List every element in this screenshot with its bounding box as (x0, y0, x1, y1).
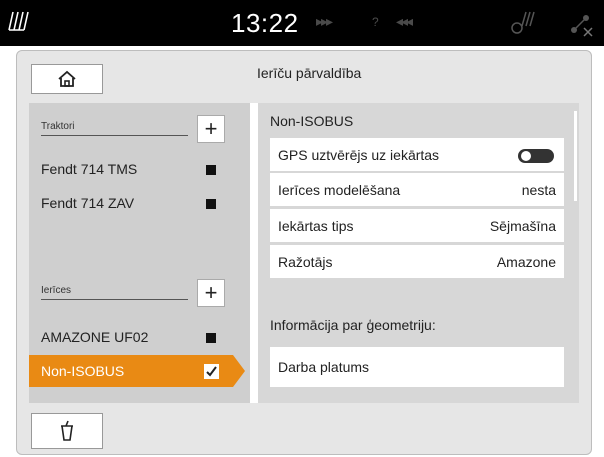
row-label: Iekārtas tips (278, 218, 354, 234)
main-screen: Ierīču pārvaldība Traktori + Fendt 714 T… (16, 50, 592, 455)
list-item-tractor[interactable]: Fendt 714 TMS (29, 153, 250, 185)
item-label: AMAZONE UF02 (41, 329, 149, 345)
row-label: Ierīces modelēšana (278, 182, 401, 198)
row-label: GPS uztvērējs uz iekārtas (278, 147, 440, 163)
list-item-device-selected[interactable]: Non-ISOBUS (29, 355, 245, 387)
gps-receiver-row[interactable]: GPS uztvērējs uz iekārtas (270, 138, 564, 171)
help-indicator: ? (372, 15, 379, 29)
row-label: Ražotājs (278, 254, 333, 270)
add-tractor-button[interactable]: + (197, 115, 225, 143)
list-item-tractor[interactable]: Fendt 714 ZAV (29, 187, 250, 219)
device-details: Non-ISOBUS GPS uztvērējs uz iekārtas Ier… (258, 103, 579, 403)
devices-section-label: Ierīces (41, 285, 188, 300)
checkbox-checked-icon (204, 364, 219, 379)
trash-icon (61, 420, 73, 441)
geometry-heading: Informācija par ģeometriju: (270, 317, 436, 333)
row-value: Amazone (496, 254, 556, 270)
row-value: nesta (521, 182, 556, 198)
page-title: Ierīču pārvaldība (257, 65, 362, 81)
gps-toggle[interactable] (518, 149, 554, 163)
device-type-row[interactable]: Iekārtas tips Sējmašīna (270, 209, 564, 242)
plus-icon: + (204, 116, 218, 141)
scrollbar[interactable] (574, 111, 577, 201)
row-label: Darba platums (278, 359, 370, 375)
plus-icon: + (204, 280, 218, 305)
list-item-device[interactable]: AMAZONE UF02 (29, 321, 250, 353)
terminal-logo-icon (6, 10, 30, 37)
device-modelling-row[interactable]: Ierīces modelēšana nesta (270, 173, 564, 206)
details-heading: Non-ISOBUS (270, 113, 354, 129)
backward-arrows-icon: ◂◂◂ (396, 13, 413, 29)
row-value: Sējmašīna (489, 218, 556, 234)
add-device-button[interactable]: + (197, 279, 225, 307)
tractors-section-label: Traktori (41, 121, 188, 136)
delete-button[interactable] (31, 413, 103, 449)
manufacturer-row[interactable]: Ražotājs Amazone (270, 245, 564, 278)
toggle-knob (521, 151, 531, 161)
working-width-row[interactable]: Darba platums (270, 347, 564, 387)
clock: 13:22 (231, 8, 299, 38)
forward-arrows-icon: ▸▸▸ (316, 13, 333, 29)
home-button[interactable] (31, 64, 103, 94)
item-label: Fendt 714 TMS (41, 161, 138, 177)
item-label: Non-ISOBUS (41, 363, 125, 379)
device-list: Traktori + Fendt 714 TMS Fendt 714 ZAV I… (29, 103, 250, 403)
home-icon (58, 70, 76, 87)
status-bar: 13:22 ▸▸▸ ? ◂◂◂ (0, 0, 604, 46)
gps-satellite-icon (508, 8, 538, 41)
content-panel: Traktori + Fendt 714 TMS Fendt 714 ZAV I… (29, 103, 579, 403)
unselected-square-icon (206, 199, 216, 209)
unselected-square-icon (206, 333, 216, 343)
unselected-square-icon (206, 165, 216, 175)
item-label: Fendt 714 ZAV (41, 195, 135, 211)
connection-off-icon (568, 12, 594, 43)
